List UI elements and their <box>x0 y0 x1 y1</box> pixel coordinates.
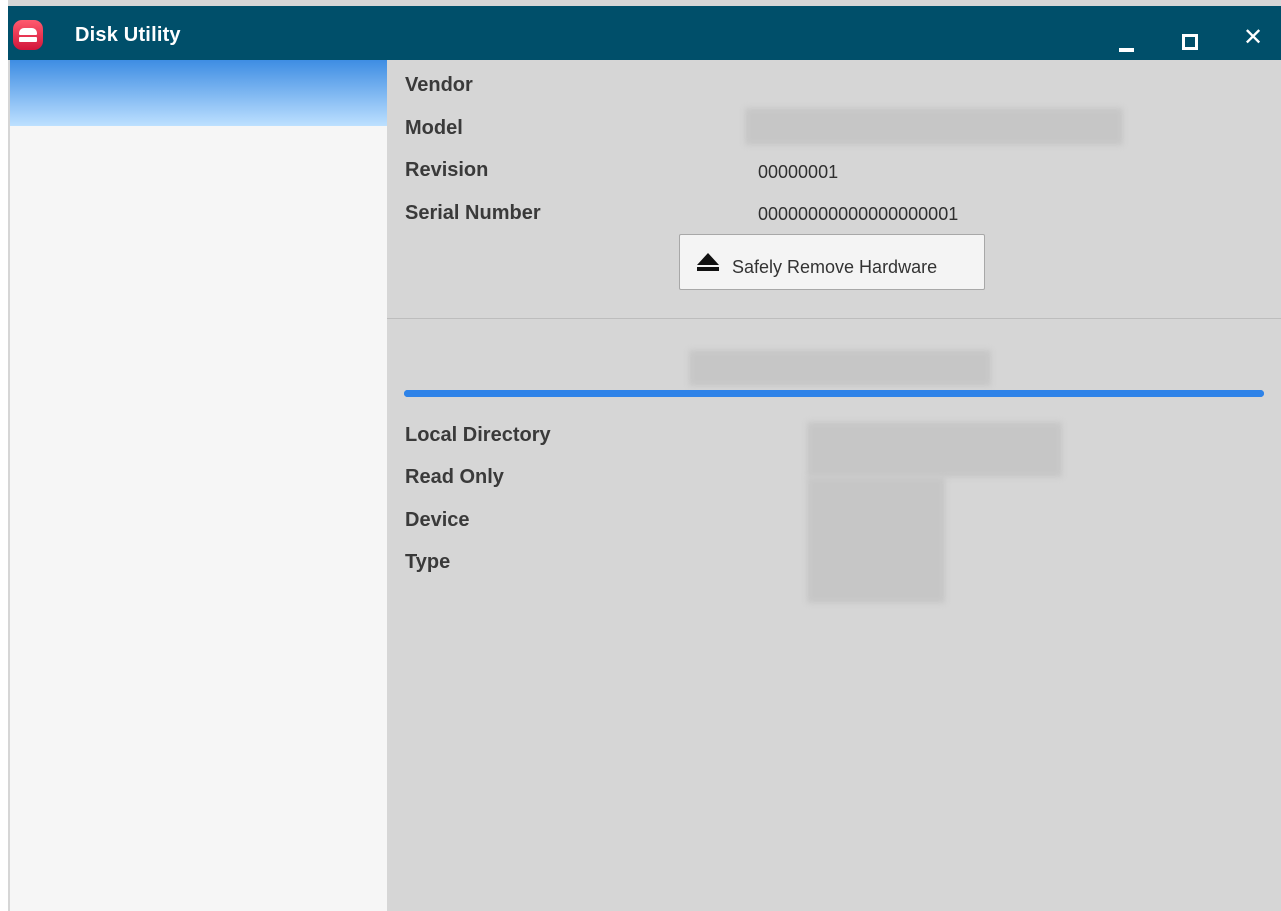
title-bar[interactable]: Disk Utility ✕ <box>8 6 1281 60</box>
sidebar-item-selected-drive[interactable] <box>10 60 387 126</box>
window-title: Disk Utility <box>75 24 181 46</box>
volume-usage-fill <box>404 390 1264 397</box>
device-label: Device <box>405 509 470 531</box>
type-label: Type <box>405 551 451 573</box>
drive-list-sidebar[interactable] <box>10 60 387 911</box>
section-divider <box>387 318 1281 319</box>
safely-remove-hardware-button[interactable]: Safely Remove Hardware <box>679 234 985 290</box>
maximize-button[interactable] <box>1168 18 1208 58</box>
volume-name-redacted <box>689 350 991 386</box>
close-button[interactable]: ✕ <box>1233 18 1273 58</box>
local-directory-label: Local Directory <box>405 424 551 446</box>
serial-number-value: 00000000000000000001 <box>758 204 959 224</box>
local-directory-redacted <box>807 422 1062 477</box>
volume-usage-bar <box>404 390 1264 397</box>
close-icon: ✕ <box>1242 24 1264 51</box>
serial-number-label: Serial Number <box>405 202 541 224</box>
model-value-redacted <box>745 108 1123 145</box>
read-only-label: Read Only <box>405 466 504 488</box>
disk-utility-app-icon <box>13 20 43 50</box>
safely-remove-hardware-label: Safely Remove Hardware <box>732 257 938 277</box>
disk-utility-window: Disk Utility ✕ Vendor Model Revision 000… <box>8 0 1281 911</box>
revision-value: 00000001 <box>758 162 839 182</box>
minimize-icon <box>1119 48 1134 52</box>
model-label: Model <box>405 117 463 139</box>
minimize-button[interactable] <box>1105 18 1145 58</box>
revision-label: Revision <box>405 159 489 181</box>
vendor-label: Vendor <box>405 74 473 96</box>
eject-icon <box>697 253 719 271</box>
drive-details-panel: Vendor Model Revision 00000001 Serial Nu… <box>387 60 1281 911</box>
volume-details-redacted <box>807 477 945 603</box>
maximize-icon <box>1182 34 1198 50</box>
